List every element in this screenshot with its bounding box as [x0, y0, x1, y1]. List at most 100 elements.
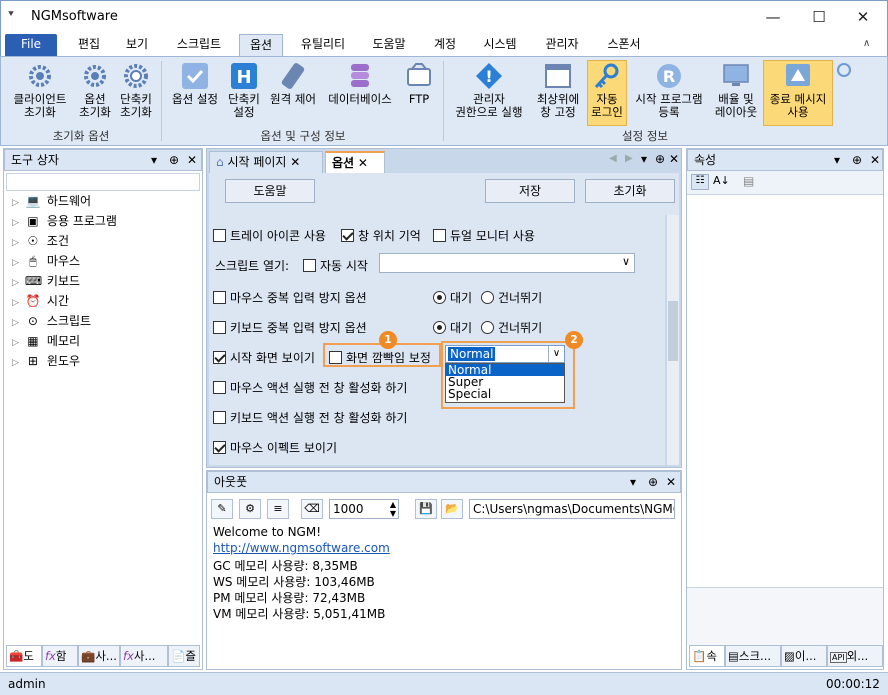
- line-count-input[interactable]: 1000 ▲ ▼: [329, 499, 399, 519]
- tree-item-script[interactable]: ▷ ⊙ 스크립트: [12, 312, 91, 330]
- auto-start-checkbox[interactable]: [303, 259, 316, 272]
- dropdown-icon[interactable]: ▾: [641, 152, 647, 166]
- tree-item-window[interactable]: ▷ ⊞ 윈도우: [12, 352, 80, 370]
- toolbox-tab-user[interactable]: 💼사...: [78, 645, 120, 667]
- toolbox-tab-favorites[interactable]: 📄즐: [168, 645, 200, 667]
- dropdown-icon[interactable]: ▾: [630, 472, 636, 492]
- pin-icon[interactable]: ⊕: [852, 150, 862, 170]
- flicker-mode-select[interactable]: Normal ∨: [445, 345, 565, 363]
- kbd-wait-radio[interactable]: 대기: [433, 319, 472, 336]
- toolbox-search[interactable]: [6, 173, 200, 191]
- show-start-checkbox[interactable]: [213, 351, 226, 364]
- exit-message-button[interactable]: 종료 메시지 사용: [763, 60, 833, 126]
- collapse-ribbon-icon[interactable]: ∧: [863, 38, 870, 49]
- pin-icon[interactable]: ⊕: [655, 152, 665, 166]
- output-link[interactable]: http://www.ngmsoftware.com: [213, 541, 390, 555]
- toolbox-tab-user-function[interactable]: fx사...: [120, 645, 168, 667]
- option-reset-button[interactable]: 옵션 초기화: [75, 61, 115, 119]
- winpos-checkbox[interactable]: [341, 229, 354, 242]
- mouse-dup-checkbox[interactable]: [213, 291, 226, 304]
- tab-utility[interactable]: 유틸리티: [291, 34, 355, 56]
- tab-account[interactable]: 계정: [425, 34, 465, 56]
- kbd-activate-option[interactable]: 키보드 액션 실행 전 창 활성화 하기: [213, 409, 407, 426]
- close-tab-icon[interactable]: ✕: [290, 155, 300, 169]
- tab-start-page[interactable]: ⌂ 시작 페이지 ✕: [209, 151, 323, 173]
- tab-edit[interactable]: 편집: [67, 34, 111, 56]
- close-icon[interactable]: ✕: [669, 152, 679, 166]
- run-as-admin-button[interactable]: ! 관리자 권한으로 실행: [447, 61, 531, 119]
- categorized-icon[interactable]: ☷: [691, 174, 709, 190]
- scroll-left-icon[interactable]: ◀: [609, 153, 617, 164]
- dual-checkbox[interactable]: [433, 229, 446, 242]
- pin-icon[interactable]: ⊕: [169, 150, 179, 170]
- kbd-skip-radio[interactable]: 건너뛰기: [481, 319, 542, 336]
- shortcut-reset-button[interactable]: 단축키 초기화: [115, 61, 157, 119]
- tree-item-condition[interactable]: ▷ ☉ 조건: [12, 232, 69, 250]
- close-button[interactable]: ✕: [843, 5, 883, 29]
- tab-sponsor[interactable]: 스폰서: [599, 34, 649, 56]
- flicker-option[interactable]: 화면 깜빡임 보정: [329, 349, 431, 366]
- dual-monitor-option[interactable]: 듀얼 모니터 사용: [433, 227, 535, 244]
- mouse-skip-radio[interactable]: 건너뛰기: [481, 289, 542, 306]
- sort-az-icon[interactable]: A↓: [713, 174, 730, 187]
- tree-item-time[interactable]: ▷ ⏰ 시간: [12, 292, 69, 310]
- minimize-button[interactable]: —: [753, 5, 793, 29]
- kbd-dup-checkbox[interactable]: [213, 321, 226, 334]
- tab-file[interactable]: File: [5, 34, 57, 56]
- remote-control-button[interactable]: 원격 제어: [265, 61, 321, 106]
- scroll-right-icon[interactable]: ▶: [625, 153, 633, 164]
- save-button[interactable]: 저장: [485, 179, 575, 203]
- maximize-button[interactable]: ☐: [799, 5, 839, 29]
- database-button[interactable]: 데이터베이스: [321, 61, 399, 106]
- property-pages-icon[interactable]: ▤: [743, 174, 754, 188]
- close-icon[interactable]: ✕: [666, 472, 676, 492]
- flicker-checkbox[interactable]: [329, 351, 342, 364]
- chevron-down-icon[interactable]: ∨: [548, 346, 564, 362]
- tab-system[interactable]: 시스템: [475, 34, 525, 56]
- quick-access-icon[interactable]: ⯆: [7, 9, 15, 20]
- kbd-dup-option[interactable]: 키보드 중복 입력 방지 옵션: [213, 319, 367, 336]
- auto-start-option[interactable]: 자동 시작: [303, 257, 368, 274]
- scrollbar-thumb[interactable]: [668, 301, 678, 361]
- startup-register-button[interactable]: R 시작 프로그램 등록: [629, 61, 709, 119]
- tab-admin[interactable]: 관리자: [537, 34, 587, 56]
- properties-tab-image[interactable]: ▨이...: [781, 645, 827, 667]
- topmost-window-button[interactable]: 최상위에 창 고정: [531, 61, 585, 119]
- tray-checkbox[interactable]: [213, 229, 226, 242]
- mouse-wait-radio[interactable]: 대기: [433, 289, 472, 306]
- folder-open-icon[interactable]: 📂: [441, 499, 463, 519]
- options-scrollbar[interactable]: [667, 215, 679, 465]
- refresh-icon[interactable]: [837, 63, 851, 77]
- reset-button[interactable]: 초기화: [585, 179, 675, 203]
- auto-login-button[interactable]: 자동 로그인: [587, 60, 627, 126]
- client-reset-button[interactable]: 클라이언트 초기화: [5, 61, 75, 119]
- list-icon[interactable]: ≡: [267, 499, 289, 519]
- mouse-activate-option[interactable]: 마우스 액션 실행 전 창 활성화 하기: [213, 379, 407, 396]
- properties-tab-props[interactable]: 📋속: [689, 645, 725, 667]
- output-path-input[interactable]: C:\Users\ngmas\Documents\NGM6\: [469, 499, 675, 519]
- help-button[interactable]: 도움말: [225, 179, 315, 203]
- dropdown-option-special[interactable]: Special: [446, 388, 564, 400]
- eraser-icon[interactable]: ⌫: [301, 499, 323, 519]
- tab-options[interactable]: 옵션: [239, 34, 283, 56]
- tree-item-mouse[interactable]: ▷ 🖱 마우스: [12, 252, 80, 270]
- spinner-icon[interactable]: ▲ ▼: [390, 500, 396, 518]
- close-icon[interactable]: ✕: [870, 150, 880, 170]
- save-disk-icon[interactable]: 💾: [415, 499, 437, 519]
- scale-layout-button[interactable]: 배율 및 레이아웃: [709, 61, 763, 119]
- mouse-activate-checkbox[interactable]: [213, 381, 226, 394]
- script-path-select[interactable]: ∨: [379, 253, 635, 273]
- close-icon[interactable]: ✕: [187, 150, 197, 170]
- tab-script[interactable]: 스크립트: [167, 34, 231, 56]
- clear-brush-icon[interactable]: ✎: [211, 499, 233, 519]
- tree-item-memory[interactable]: ▷ ▦ 메모리: [12, 332, 80, 350]
- ftp-button[interactable]: FTP: [399, 61, 439, 106]
- tree-item-keyboard[interactable]: ▷ ⌨ 키보드: [12, 272, 80, 290]
- toolbox-tab-function[interactable]: fx함: [42, 645, 78, 667]
- show-start-option[interactable]: 시작 화면 보이기: [213, 349, 315, 366]
- option-settings-button[interactable]: 옵션 설정: [167, 61, 223, 106]
- tab-options-doc[interactable]: 옵션 ✕: [325, 151, 385, 173]
- pin-icon[interactable]: ⊕: [648, 472, 658, 492]
- dropdown-icon[interactable]: ▾: [151, 150, 157, 170]
- properties-tab-script[interactable]: ▤스크...: [725, 645, 781, 667]
